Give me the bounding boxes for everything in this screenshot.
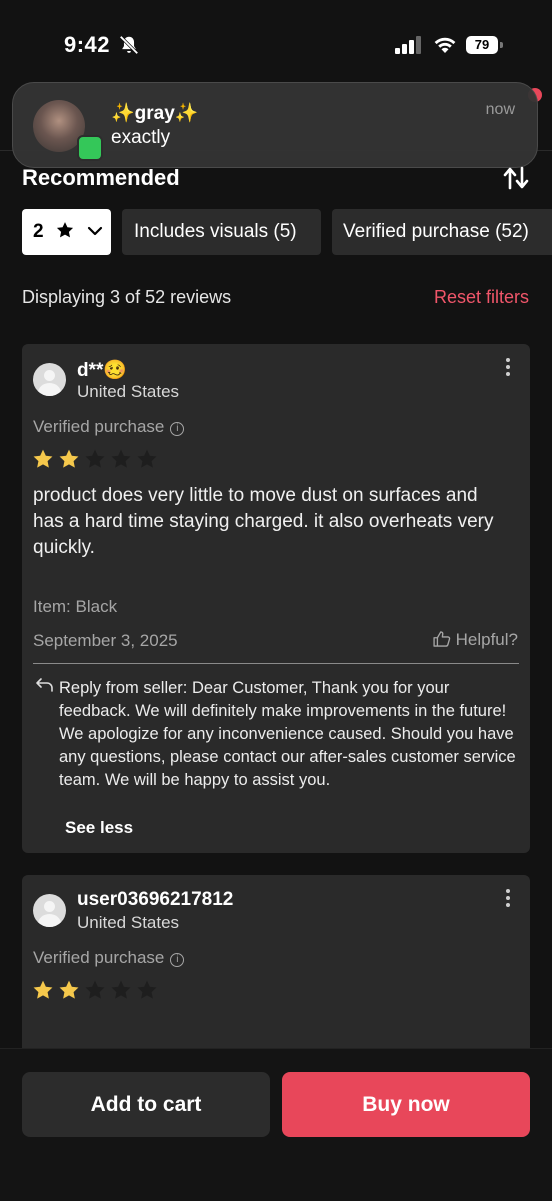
reviewer-country: United States (77, 382, 180, 401)
sort-order-icon[interactable] (502, 164, 530, 192)
verified-text: Verified purchase (33, 417, 165, 436)
helpful-button[interactable]: Helpful? (432, 629, 518, 650)
review-card: d**🥴 United States Verified purchase i pr… (22, 344, 530, 853)
star-empty-icon (137, 449, 157, 468)
star-rating (32, 979, 162, 1006)
chevron-down-icon (88, 226, 103, 236)
rating-filter-value: 2 (33, 221, 44, 242)
includes-visuals-filter[interactable]: Includes visuals (5) (122, 209, 321, 255)
status-bar: 9:42 79 (0, 0, 552, 80)
star-empty-icon (111, 980, 131, 999)
add-to-cart-button[interactable]: Add to cart (22, 1072, 270, 1137)
verified-purchase-label: Verified purchase i (33, 948, 185, 968)
buy-now-button[interactable]: Buy now (282, 1072, 530, 1137)
seller-reply: Reply from seller: Dear Customer, Thank … (59, 679, 516, 789)
review-date: September 3, 2025 (33, 631, 178, 650)
more-options-icon[interactable] (498, 887, 518, 909)
cellular-signal-icon (395, 36, 421, 54)
notification-time: now (485, 101, 515, 118)
more-options-icon[interactable] (498, 356, 518, 378)
star-empty-icon (137, 980, 157, 999)
reply-icon (36, 678, 53, 692)
avatar[interactable] (33, 363, 66, 396)
info-icon[interactable]: i (170, 422, 185, 436)
reviewer-name[interactable]: user03696217812 (77, 889, 233, 911)
star-empty-icon (85, 980, 105, 999)
results-count: Displaying 3 of 52 reviews (22, 287, 232, 307)
thumbs-up-icon (433, 631, 450, 647)
reviewer-country: United States (77, 913, 180, 932)
helpful-label: Helpful? (455, 630, 518, 649)
star-icon (56, 222, 73, 238)
star-empty-icon (111, 449, 131, 468)
star-filled-icon (59, 980, 79, 999)
rating-filter-dropdown[interactable]: 2 (22, 209, 111, 255)
review-text: product does very little to move dust on… (33, 485, 494, 558)
bottom-action-bar: Add to cart Buy now (0, 1048, 552, 1201)
notification-body: exactly (111, 127, 171, 148)
item-variant: Item: Black (33, 597, 118, 616)
divider (33, 663, 519, 664)
star-empty-icon (85, 449, 105, 468)
clock: 9:42 (64, 32, 111, 57)
messages-app-icon (77, 135, 103, 161)
verified-purchase-filter[interactable]: Verified purchase (52) (332, 209, 552, 255)
notification-title: ✨gray✨ (111, 103, 199, 124)
star-filled-icon (33, 449, 53, 468)
wifi-icon (434, 37, 456, 53)
star-filled-icon (33, 980, 53, 999)
verified-purchase-label: Verified purchase i (33, 417, 185, 437)
avatar[interactable] (33, 894, 66, 927)
bell-slash-icon (119, 35, 139, 55)
review-card: user03696217812 United States Verified p… (22, 875, 530, 1075)
message-notification[interactable]: ✨gray✨ exactly now (12, 82, 538, 168)
battery-cap (500, 42, 503, 48)
see-less-button[interactable]: See less (65, 818, 133, 838)
star-rating (32, 448, 162, 475)
reviewer-name[interactable]: d**🥴 (77, 358, 127, 382)
star-filled-icon (59, 449, 79, 468)
info-icon[interactable]: i (170, 953, 185, 967)
verified-text: Verified purchase (33, 948, 165, 967)
battery-indicator: 79 (466, 36, 498, 54)
reset-filters-link[interactable]: Reset filters (434, 287, 529, 308)
sort-selector[interactable]: Recommended (22, 165, 180, 191)
